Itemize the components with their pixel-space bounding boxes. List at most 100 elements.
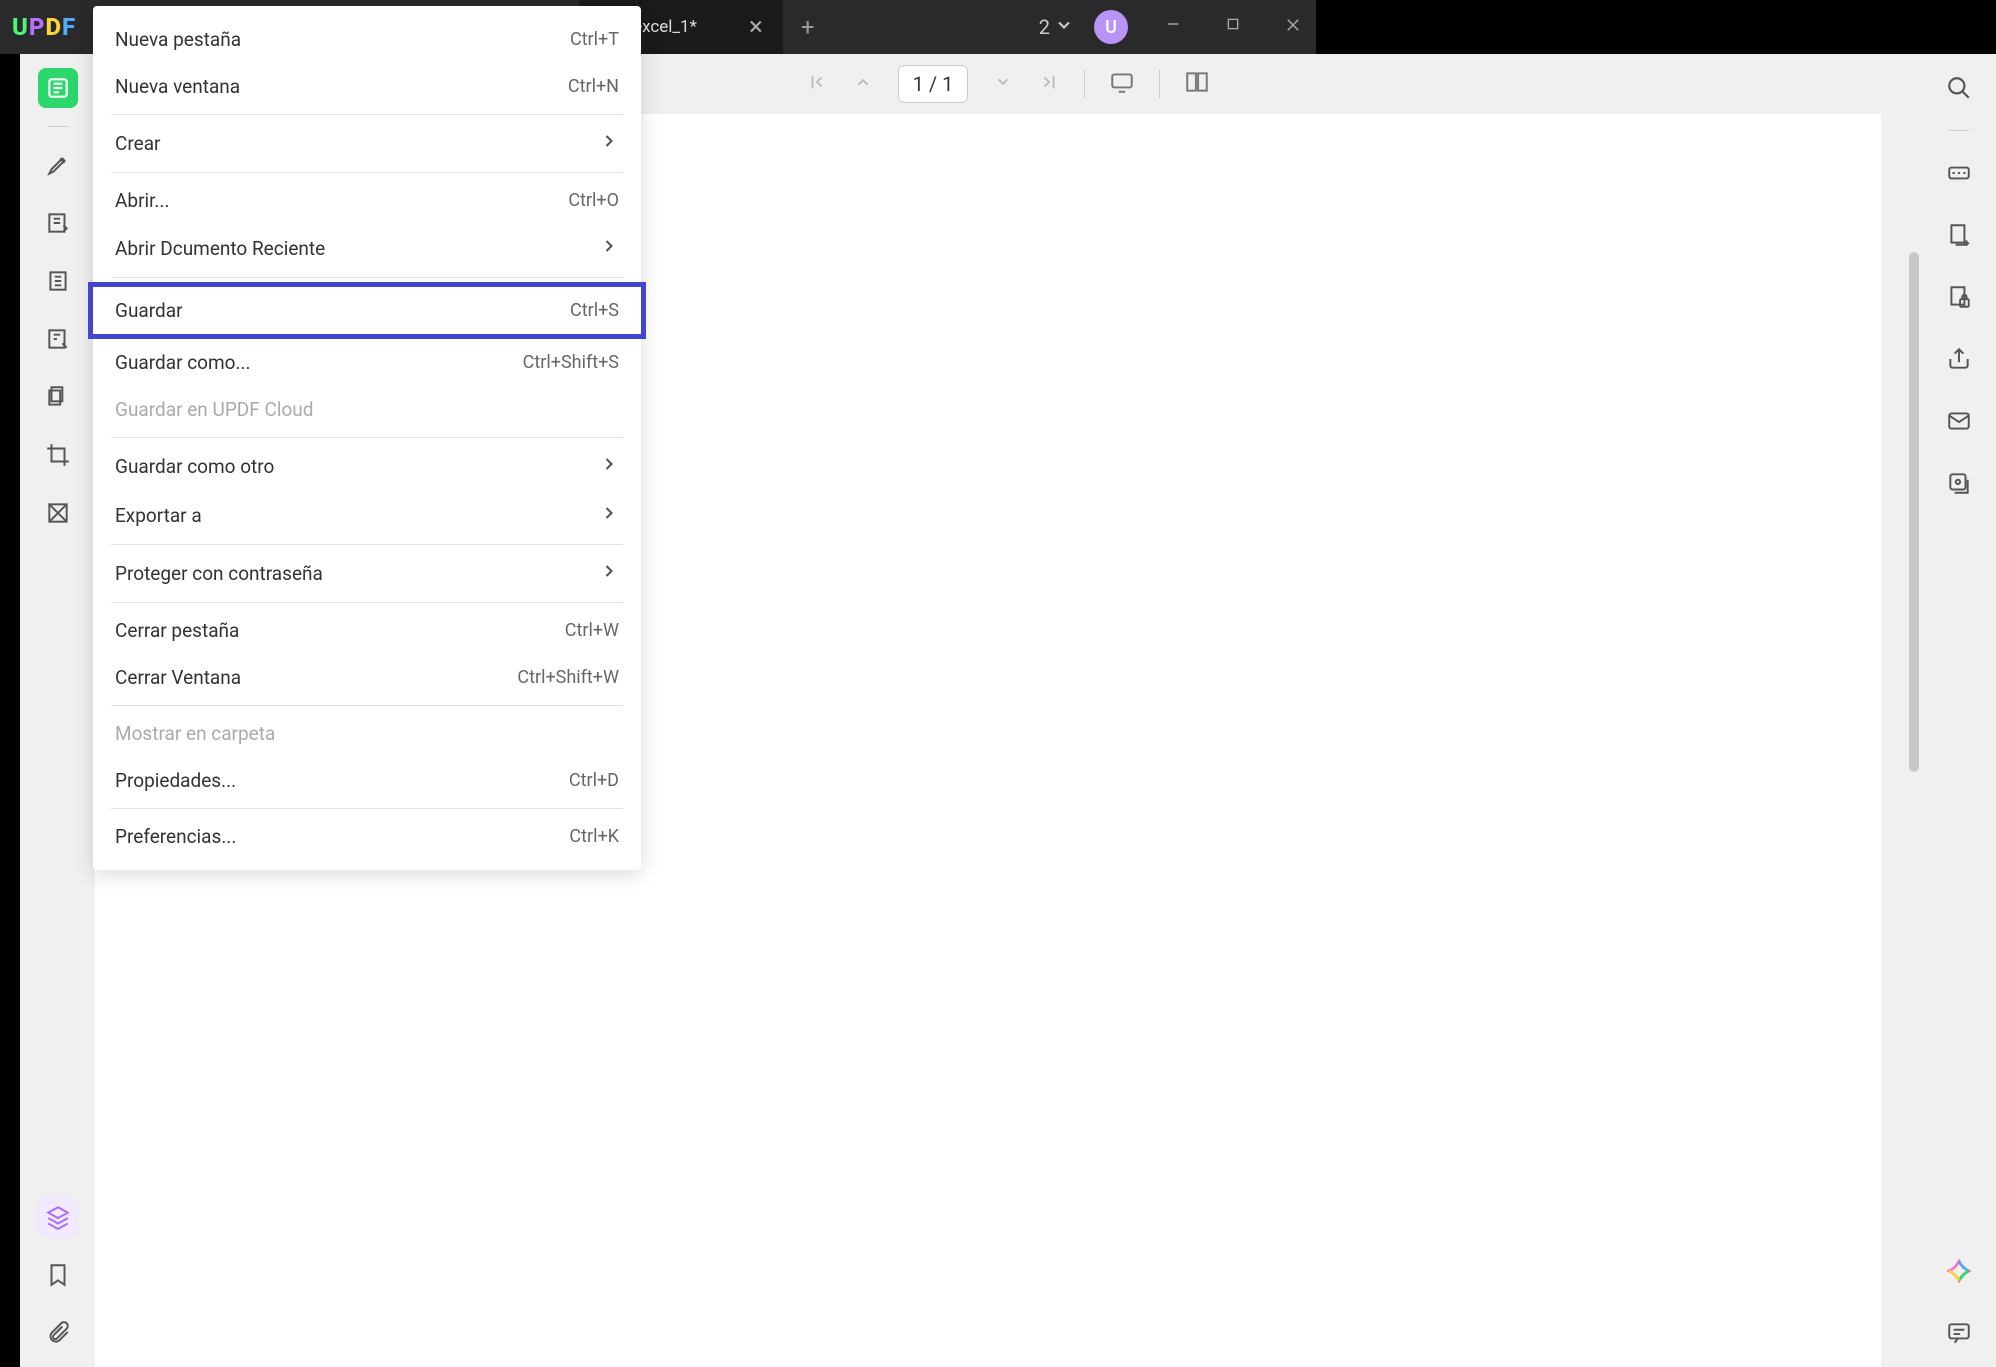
chevron-right-icon: [599, 131, 619, 156]
menu-item-label: Crear: [115, 132, 160, 155]
first-page-icon[interactable]: [806, 71, 828, 97]
menu-item-label: Guardar en UPDF Cloud: [115, 398, 314, 421]
menu-separator: [111, 544, 623, 545]
comment-icon[interactable]: [1939, 1313, 1979, 1353]
reader-mode-icon[interactable]: [38, 68, 78, 108]
menu-item-proteger[interactable]: Proteger con contraseña: [93, 549, 641, 598]
menu-item-nueva-pestana[interactable]: Nueva pestaña Ctrl+T: [93, 16, 641, 63]
ai-assistant-icon[interactable]: [1939, 1251, 1979, 1291]
bookmark-icon[interactable]: [38, 1255, 78, 1295]
menu-item-abrir[interactable]: Abrir... Ctrl+O: [93, 177, 641, 224]
menu-separator: [111, 437, 623, 438]
window-controls: [1158, 16, 1308, 39]
ocr-icon[interactable]: [1939, 153, 1979, 193]
page-navigation: 1 / 1: [806, 65, 1061, 103]
notification-count: 2: [1039, 15, 1050, 39]
menu-item-shortcut: Ctrl+Shift+S: [523, 352, 619, 373]
archivo-dropdown-menu: Nueva pestaña Ctrl+T Nueva ventana Ctrl+…: [93, 6, 641, 870]
scrollbar-thumb[interactable]: [1909, 252, 1919, 772]
menu-item-guardar-cloud: Guardar en UPDF Cloud: [93, 386, 641, 433]
menu-item-label: Preferencias...: [115, 825, 236, 848]
layers-icon[interactable]: [38, 1197, 78, 1237]
redact-tool-icon[interactable]: [38, 493, 78, 533]
form-tool-icon[interactable]: [38, 319, 78, 359]
protect-icon[interactable]: [1939, 277, 1979, 317]
next-page-icon[interactable]: [992, 71, 1014, 97]
menu-item-preferencias[interactable]: Preferencias... Ctrl+K: [93, 813, 641, 860]
organize-pages-icon[interactable]: [38, 377, 78, 417]
menu-item-crear[interactable]: Crear: [93, 119, 641, 168]
menu-item-shortcut: Ctrl+N: [568, 76, 619, 97]
page-number-input[interactable]: 1 / 1: [898, 65, 969, 103]
attachment-icon[interactable]: [38, 1313, 78, 1353]
right-sidebar: [1921, 54, 1996, 1367]
menu-item-label: Abrir...: [115, 189, 169, 212]
menu-separator: [111, 602, 623, 603]
toolbar-divider: [1084, 70, 1085, 98]
menu-item-cerrar-pestana[interactable]: Cerrar pestaña Ctrl+W: [93, 607, 641, 654]
menu-separator: [111, 705, 623, 706]
menu-item-label: Nueva ventana: [115, 75, 240, 98]
right-sidebar-bottom: [1939, 1251, 1979, 1367]
menu-separator: [111, 172, 623, 173]
batch-icon[interactable]: [1939, 463, 1979, 503]
menu-item-mostrar-carpeta: Mostrar en carpeta: [93, 710, 641, 757]
menu-item-label: Exportar a: [115, 504, 202, 527]
app-logo: UPDF: [12, 13, 76, 41]
menu-item-guardar[interactable]: Guardar Ctrl+S: [88, 282, 646, 339]
menu-item-label: Abrir Dcumento Reciente: [115, 237, 325, 260]
menu-item-shortcut: Ctrl+O: [568, 190, 619, 211]
menu-item-label: Cerrar Ventana: [115, 666, 241, 689]
share-icon[interactable]: [1939, 339, 1979, 379]
menu-item-label: Mostrar en carpeta: [115, 722, 275, 745]
tab-add-button[interactable]: +: [783, 13, 833, 41]
highlight-tool-icon[interactable]: [38, 145, 78, 185]
menu-separator: [111, 808, 623, 809]
prev-page-icon[interactable]: [852, 71, 874, 97]
page-layout-icon[interactable]: [1184, 69, 1210, 99]
menu-separator: [111, 277, 623, 278]
menu-item-shortcut: Ctrl+K: [569, 826, 619, 847]
logo-f: F: [62, 13, 76, 41]
menu-item-cerrar-ventana[interactable]: Cerrar Ventana Ctrl+Shift+W: [93, 654, 641, 701]
last-page-icon[interactable]: [1038, 71, 1060, 97]
menu-item-label: Guardar como otro: [115, 455, 274, 478]
tab-close-icon[interactable]: ×: [749, 12, 763, 42]
menu-item-label: Propiedades...: [115, 769, 236, 792]
minimize-button[interactable]: [1158, 16, 1188, 39]
chevron-right-icon: [599, 236, 619, 261]
presentation-icon[interactable]: [1109, 69, 1135, 99]
menu-item-label: Proteger con contraseña: [115, 562, 323, 585]
menu-item-guardar-como[interactable]: Guardar como... Ctrl+Shift+S: [93, 339, 641, 386]
toolbar-divider: [1159, 70, 1160, 98]
menu-item-label: Guardar: [115, 299, 183, 322]
sidebar-divider: [1949, 130, 1969, 131]
menu-item-label: Guardar como...: [115, 351, 251, 374]
menu-item-label: Nueva pestaña: [115, 28, 241, 51]
menu-item-guardar-otro[interactable]: Guardar como otro: [93, 442, 641, 491]
page-tool-icon[interactable]: [38, 261, 78, 301]
left-sidebar: [20, 54, 95, 1367]
menu-item-shortcut: Ctrl+S: [570, 300, 619, 321]
menu-item-propiedades[interactable]: Propiedades... Ctrl+D: [93, 757, 641, 804]
edit-text-icon[interactable]: [38, 203, 78, 243]
tab-label: excel_1*: [633, 17, 697, 37]
maximize-button[interactable]: [1218, 16, 1248, 39]
crop-tool-icon[interactable]: [38, 435, 78, 475]
notification-indicator[interactable]: 2: [1039, 15, 1074, 40]
menu-item-shortcut: Ctrl+D: [569, 770, 619, 791]
menu-item-exportar[interactable]: Exportar a: [93, 491, 641, 540]
chevron-down-icon: [1054, 15, 1074, 40]
close-button[interactable]: [1278, 16, 1308, 39]
menu-item-label: Cerrar pestaña: [115, 619, 239, 642]
chevron-right-icon: [599, 503, 619, 528]
logo-p: P: [29, 13, 46, 41]
convert-icon[interactable]: [1939, 215, 1979, 255]
menu-item-nueva-ventana[interactable]: Nueva ventana Ctrl+N: [93, 63, 641, 110]
email-icon[interactable]: [1939, 401, 1979, 441]
chevron-right-icon: [599, 561, 619, 586]
user-avatar[interactable]: U: [1094, 10, 1128, 44]
search-icon[interactable]: [1939, 68, 1979, 108]
menu-item-abrir-reciente[interactable]: Abrir Dcumento Reciente: [93, 224, 641, 273]
logo-d: D: [45, 13, 62, 41]
